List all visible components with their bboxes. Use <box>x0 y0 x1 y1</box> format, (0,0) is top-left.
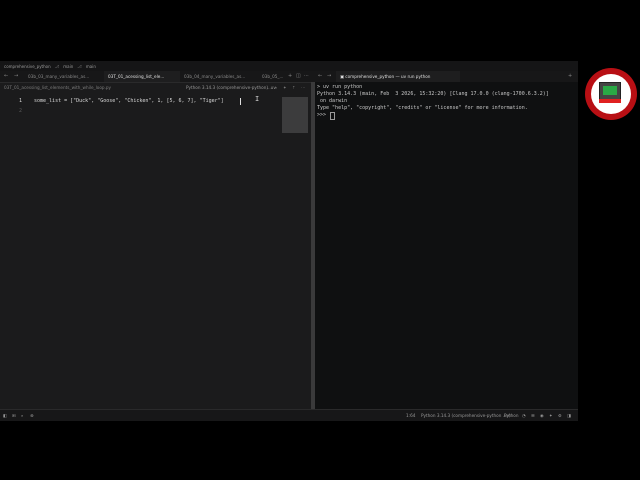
ide-window: comprehensive_python ⎇ main ⎇ main ← → 0… <box>0 61 578 421</box>
tab-label: 03b_03_many_variables_as... <box>28 74 90 79</box>
terminal-back-icon[interactable]: ← <box>318 71 322 82</box>
panel-icon[interactable]: ◧ <box>3 410 7 421</box>
bell-icon[interactable]: ◔ <box>522 410 526 421</box>
tab-label: 03T_01_acessing_list_ele... <box>108 74 165 79</box>
forward-arrow-icon[interactable]: → <box>14 71 18 82</box>
settings-icon[interactable]: ⚙ <box>558 410 562 421</box>
cursor-position[interactable]: 1:64 <box>406 410 415 421</box>
tab-2[interactable]: 03b_04_many_variables_as... <box>182 71 254 82</box>
status-interpreter[interactable]: Python 3.14.3 (comprehensive-python .uv) <box>421 410 511 421</box>
more-icon[interactable]: ⋯ <box>304 71 309 82</box>
branch-label[interactable]: main <box>63 64 73 69</box>
search-icon[interactable]: ⌕ <box>275 83 277 92</box>
breadcrumb-bar: 03T_01_acessing_list_elements_with_while… <box>0 83 312 92</box>
code-editor[interactable]: 1 some_list = ["Duck", "Goose", "Chicken… <box>0 92 310 409</box>
ibeam-cursor-icon: I <box>255 95 260 103</box>
terminal-line: > uv run python <box>317 84 363 90</box>
branch-icon: ⎇ <box>54 63 60 69</box>
project-title[interactable]: comprehensive_python <box>4 64 51 69</box>
interpreter-selector[interactable]: Python 3.14.3 (comprehensive-python) .uv <box>186 83 276 92</box>
terminal-prompt[interactable]: >>> <box>317 112 329 118</box>
terminal-forward-icon[interactable]: → <box>327 71 331 82</box>
terminal-pane[interactable]: > uv run python Python 3.14.3 (main, Feb… <box>315 82 578 409</box>
terminal-cursor <box>330 112 335 120</box>
text-cursor <box>240 98 241 105</box>
add-terminal-icon[interactable]: + <box>568 71 572 82</box>
branch-label-2[interactable]: main <box>86 64 96 69</box>
person-icon[interactable]: ◉ <box>540 410 544 421</box>
chevron-down-icon[interactable]: ⌄ <box>266 83 270 92</box>
tab-3[interactable]: 03b_05_... <box>262 71 286 82</box>
computer-icon <box>599 82 621 100</box>
keyboard-icon <box>599 99 621 103</box>
back-arrow-icon[interactable]: ← <box>4 71 8 82</box>
sparkle-icon-status[interactable]: ✦ <box>549 410 553 421</box>
minimap-thumb[interactable] <box>282 97 308 133</box>
terminal-line: Python 3.14.3 (main, Feb 3 2026, 15:32:2… <box>317 91 549 97</box>
tab-label: 03b_05_... <box>262 74 284 79</box>
more-options-icon[interactable]: ⋯ <box>301 83 305 92</box>
run-icon[interactable]: ⇡ <box>292 83 296 92</box>
grid-icon[interactable]: ⊞ <box>12 410 16 421</box>
status-bar: ◧ ⊞ ⌕ ⊗ 1:64 Python 3.14.3 (comprehensiv… <box>0 409 578 421</box>
terminal-tab[interactable]: ▣ comprehensive_python — uv run python <box>336 71 460 82</box>
terminal-line: Type "help", "copyright", "credits" or "… <box>317 105 528 111</box>
status-language[interactable]: Python <box>504 410 519 421</box>
breadcrumb-filename[interactable]: 03T_01_acessing_list_elements_with_while… <box>4 83 111 92</box>
search-icon-status[interactable]: ⌕ <box>21 410 23 421</box>
branch-icon-2: ⎇ <box>77 63 82 69</box>
diagnostics-icon[interactable]: ⊗ <box>30 410 34 421</box>
tab-1-active[interactable]: 03T_01_acessing_list_ele... <box>104 71 180 82</box>
tab-0[interactable]: 03b_03_many_variables_as... <box>26 71 102 82</box>
code-line[interactable]: some_list = ["Duck", "Goose", "Chicken",… <box>34 98 224 104</box>
monitor-screen <box>603 86 617 95</box>
add-tab-icon[interactable]: + <box>288 71 292 82</box>
terminal-line: on darwin <box>317 98 348 104</box>
expand-icon[interactable]: ◨ <box>567 410 571 421</box>
terminal-tab-label: comprehensive_python — uv run python <box>345 74 431 79</box>
sparkle-icon[interactable]: ✦ <box>283 83 287 92</box>
line-number: 2 <box>18 108 22 114</box>
tab-label: 03b_04_many_variables_as... <box>184 74 246 79</box>
line-number: 1 <box>18 98 22 104</box>
split-icon[interactable]: ◫ <box>296 71 301 82</box>
chat-icon[interactable]: ☰ <box>531 410 535 421</box>
channel-logo <box>585 68 637 120</box>
